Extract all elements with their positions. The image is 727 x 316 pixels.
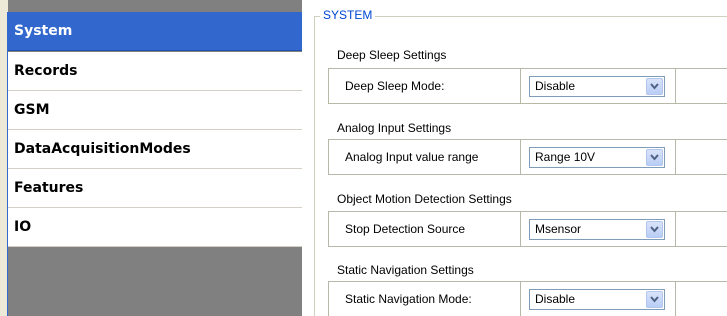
sidebar: System Records GSM DataAcquisitionModes … (8, 0, 302, 316)
row-divider (675, 282, 676, 316)
setting-row-analog-input: Analog Input value range Range 10V (328, 139, 727, 175)
chevron-down-icon[interactable] (646, 149, 663, 166)
row-divider (520, 282, 521, 316)
setting-label: Stop Detection Source (345, 222, 466, 236)
sidebar-item-label: IO (14, 219, 32, 235)
setting-row-stop-detection: Stop Detection Source Msensor (328, 211, 727, 247)
fieldset-border-left (314, 16, 315, 316)
sidebar-item-features[interactable]: Features (8, 169, 302, 208)
stop-detection-source-select[interactable]: Msensor (529, 219, 665, 240)
select-value: Disable (535, 79, 576, 93)
analog-input-range-select[interactable]: Range 10V (529, 147, 665, 168)
section-title: SYSTEM (320, 8, 376, 22)
row-divider (675, 212, 676, 246)
sidebar-item-io[interactable]: IO (8, 208, 302, 247)
deep-sleep-mode-select[interactable]: Disable (529, 76, 665, 97)
row-divider (520, 212, 521, 246)
sidebar-item-label: DataAcquisitionModes (14, 141, 191, 157)
row-divider (520, 140, 521, 174)
chevron-down-icon[interactable] (646, 221, 663, 238)
setting-row-deep-sleep: Deep Sleep Mode: Disable (328, 68, 727, 104)
nav-left-edge (0, 0, 9, 316)
group-title-deep-sleep: Deep Sleep Settings (337, 48, 447, 62)
select-value: Msensor (535, 222, 582, 236)
chevron-down-icon[interactable] (646, 78, 663, 95)
row-divider (520, 69, 521, 103)
sidebar-item-records[interactable]: Records (8, 52, 302, 91)
fieldset-border-top (314, 16, 727, 17)
select-value: Range 10V (535, 150, 596, 164)
chevron-down-icon[interactable] (646, 291, 663, 308)
row-divider (675, 140, 676, 174)
sidebar-item-label: GSM (14, 102, 50, 118)
setting-label: Static Navigation Mode: (345, 292, 472, 306)
sidebar-item-system[interactable]: System (8, 12, 302, 51)
group-title-static-navigation: Static Navigation Settings (337, 263, 474, 277)
group-title-motion-detection: Object Motion Detection Settings (337, 192, 512, 206)
setting-label: Analog Input value range (345, 150, 479, 164)
setting-label: Deep Sleep Mode: (345, 79, 445, 93)
group-title-analog-input: Analog Input Settings (337, 121, 452, 135)
row-divider (675, 69, 676, 103)
sidebar-item-label: Features (14, 180, 84, 196)
setting-row-static-navigation: Static Navigation Mode: Disable (328, 281, 727, 316)
settings-panel: SYSTEM Deep Sleep Settings Deep Sleep Mo… (302, 0, 727, 316)
select-value: Disable (535, 292, 576, 306)
sidebar-item-gsm[interactable]: GSM (8, 91, 302, 130)
sidebar-item-label: System (14, 23, 73, 39)
sidebar-item-label: Records (14, 63, 78, 79)
static-navigation-mode-select[interactable]: Disable (529, 289, 665, 310)
sidebar-item-data-acquisition-modes[interactable]: DataAcquisitionModes (8, 130, 302, 169)
